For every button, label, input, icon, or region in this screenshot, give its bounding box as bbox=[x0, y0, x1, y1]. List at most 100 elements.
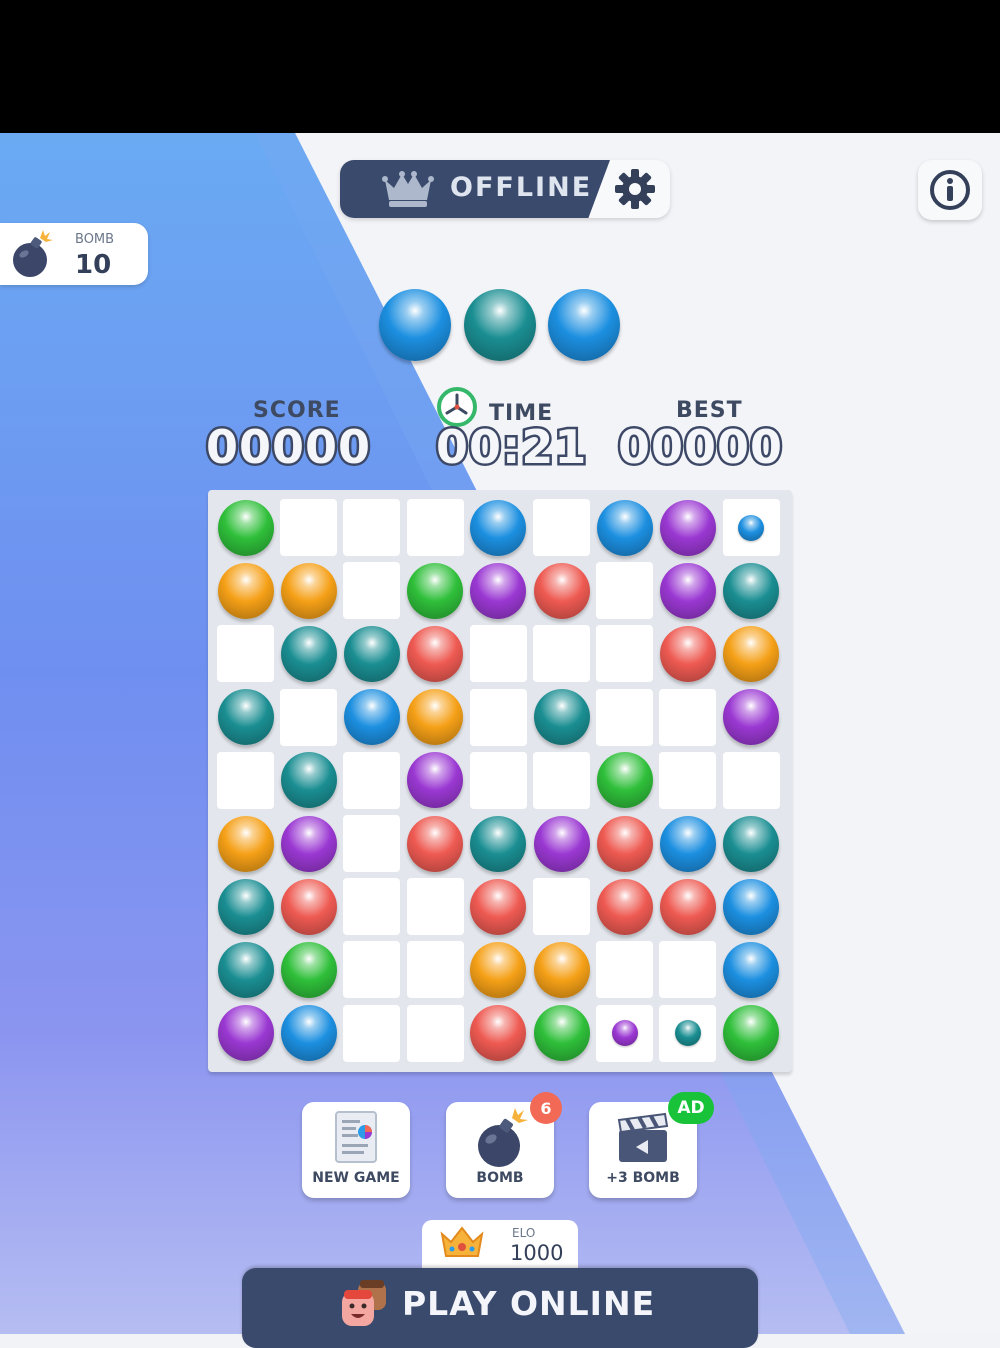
board-cell[interactable] bbox=[217, 625, 274, 683]
red-ball[interactable] bbox=[470, 1005, 527, 1062]
board-cell[interactable] bbox=[722, 751, 780, 809]
board-cell[interactable] bbox=[533, 499, 590, 556]
play-online-button[interactable]: PLAY ONLINE bbox=[242, 1268, 758, 1348]
blue-ball[interactable] bbox=[723, 878, 780, 935]
orange-ball[interactable] bbox=[407, 689, 464, 746]
board-cell[interactable] bbox=[343, 941, 401, 999]
new-game-button[interactable]: NEW GAME bbox=[302, 1102, 410, 1198]
teal-ball[interactable] bbox=[533, 689, 590, 746]
bomb-count: 10 bbox=[75, 250, 112, 280]
board-cell[interactable] bbox=[217, 751, 274, 809]
board-cell[interactable] bbox=[659, 751, 717, 809]
purple-ball[interactable] bbox=[659, 499, 716, 556]
red-ball[interactable] bbox=[470, 878, 527, 935]
green-ball[interactable] bbox=[407, 562, 464, 619]
board-cell[interactable] bbox=[343, 815, 401, 872]
blue-ball[interactable] bbox=[343, 689, 400, 746]
next-ball bbox=[464, 289, 536, 361]
orange-ball[interactable] bbox=[280, 562, 337, 619]
green-ball[interactable] bbox=[217, 499, 274, 556]
teal-ball[interactable] bbox=[470, 815, 527, 872]
board-cell[interactable] bbox=[596, 688, 654, 746]
teal-ball[interactable] bbox=[343, 625, 400, 682]
board-cell[interactable] bbox=[343, 562, 401, 620]
blue-ball[interactable] bbox=[280, 1005, 337, 1062]
red-ball[interactable] bbox=[659, 625, 716, 682]
red-ball[interactable] bbox=[659, 878, 716, 935]
teal-ball[interactable] bbox=[217, 941, 274, 998]
orange-ball[interactable] bbox=[533, 941, 590, 998]
bomb-label: BOMB bbox=[75, 232, 115, 247]
info-button[interactable] bbox=[918, 160, 982, 220]
bomb-button-label: BOMB bbox=[476, 1170, 524, 1186]
purple-ball[interactable] bbox=[533, 815, 590, 872]
board-cell[interactable] bbox=[659, 941, 717, 999]
play-online-label: PLAY ONLINE bbox=[402, 1284, 656, 1323]
orange-ball[interactable] bbox=[217, 815, 274, 872]
small-purple-ball[interactable] bbox=[611, 1020, 638, 1047]
teal-ball[interactable] bbox=[723, 562, 780, 619]
board-cell[interactable] bbox=[406, 941, 464, 999]
teal-ball[interactable] bbox=[217, 689, 274, 746]
purple-ball[interactable] bbox=[659, 562, 716, 619]
best-value: 00000 bbox=[615, 418, 784, 477]
board-cell[interactable] bbox=[533, 751, 590, 809]
game-board[interactable] bbox=[208, 490, 792, 1072]
board-cell[interactable] bbox=[659, 688, 717, 746]
orange-ball[interactable] bbox=[217, 562, 274, 619]
board-cell[interactable] bbox=[343, 751, 401, 809]
purple-ball[interactable] bbox=[217, 1005, 274, 1062]
info-icon bbox=[930, 170, 970, 210]
board-cell[interactable] bbox=[469, 688, 527, 746]
purple-ball[interactable] bbox=[407, 752, 464, 809]
board-cell[interactable] bbox=[280, 688, 338, 746]
orange-ball[interactable] bbox=[470, 941, 527, 998]
plus-3-bomb-label: +3 BOMB bbox=[606, 1170, 680, 1186]
board-cell[interactable] bbox=[343, 1004, 401, 1062]
mode-label: OFFLINE bbox=[450, 172, 593, 203]
board-cell[interactable] bbox=[596, 562, 654, 620]
teal-ball[interactable] bbox=[723, 815, 780, 872]
board-cell[interactable] bbox=[533, 625, 590, 683]
board-cell[interactable] bbox=[406, 878, 464, 936]
green-ball[interactable] bbox=[280, 941, 337, 998]
red-ball[interactable] bbox=[280, 878, 337, 935]
board-cell[interactable] bbox=[406, 1004, 464, 1062]
green-ball[interactable] bbox=[533, 1005, 590, 1062]
board-cell[interactable] bbox=[596, 941, 654, 999]
purple-ball[interactable] bbox=[280, 815, 337, 872]
bomb-icon bbox=[478, 1108, 528, 1167]
red-ball[interactable] bbox=[407, 815, 464, 872]
next-ball bbox=[548, 289, 620, 361]
red-ball[interactable] bbox=[407, 625, 464, 682]
blue-ball[interactable] bbox=[596, 499, 653, 556]
small-teal-ball[interactable] bbox=[674, 1020, 701, 1047]
board-cell[interactable] bbox=[280, 499, 338, 556]
elo-value: 1000 bbox=[510, 1241, 564, 1265]
blue-ball[interactable] bbox=[659, 815, 716, 872]
red-ball[interactable] bbox=[596, 878, 653, 935]
red-ball[interactable] bbox=[533, 562, 590, 619]
board-cell[interactable] bbox=[469, 625, 527, 683]
teal-ball[interactable] bbox=[280, 625, 337, 682]
board-cell[interactable] bbox=[406, 499, 464, 556]
green-ball[interactable] bbox=[723, 1005, 780, 1062]
purple-ball[interactable] bbox=[470, 562, 527, 619]
small-blue-ball[interactable] bbox=[738, 514, 765, 541]
board-cell[interactable] bbox=[533, 878, 590, 936]
board-cell[interactable] bbox=[469, 751, 527, 809]
blue-ball[interactable] bbox=[723, 941, 780, 998]
teal-ball[interactable] bbox=[217, 878, 274, 935]
board-cell[interactable] bbox=[596, 625, 654, 683]
green-ball[interactable] bbox=[596, 752, 653, 809]
purple-ball[interactable] bbox=[723, 689, 780, 746]
blue-ball[interactable] bbox=[470, 499, 527, 556]
bomb-icon bbox=[13, 230, 53, 277]
board-cell[interactable] bbox=[343, 499, 401, 556]
elo-label: ELO bbox=[512, 1226, 536, 1240]
red-ball[interactable] bbox=[596, 815, 653, 872]
orange-ball[interactable] bbox=[723, 625, 780, 682]
board-cell[interactable] bbox=[343, 878, 401, 936]
gear-icon[interactable] bbox=[612, 166, 658, 212]
teal-ball[interactable] bbox=[280, 752, 337, 809]
